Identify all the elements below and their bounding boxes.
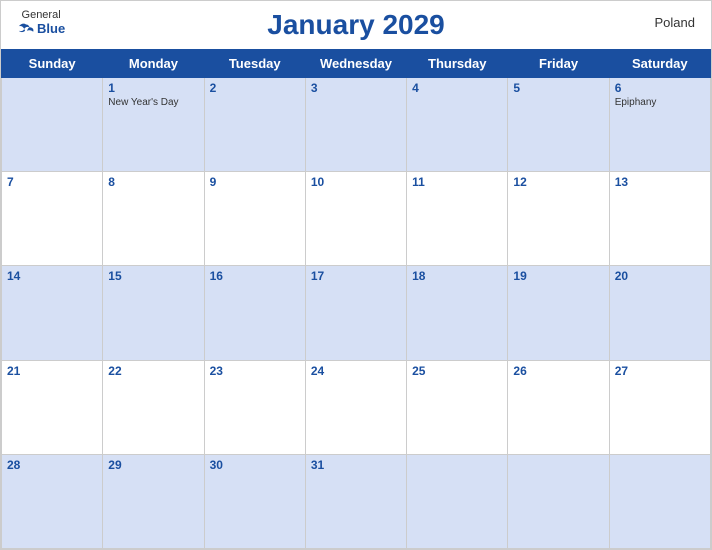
col-sunday: Sunday [2,50,103,78]
calendar-cell: 12 [508,172,609,266]
calendar-cell: 20 [609,266,710,360]
calendar-cell [508,454,609,548]
calendar-cell: 28 [2,454,103,548]
calendar-cell: 6 Epiphany [609,78,710,172]
calendar-title: January 2029 [267,9,444,41]
col-friday: Friday [508,50,609,78]
day-number: 6 [615,81,705,95]
calendar-cell: 11 [407,172,508,266]
day-number: 18 [412,269,502,283]
col-saturday: Saturday [609,50,710,78]
calendar-cell: 7 [2,172,103,266]
day-number: 10 [311,175,401,189]
calendar-cell: 17 [305,266,406,360]
day-number: 22 [108,364,198,378]
calendar-cell: 31 [305,454,406,548]
day-number: 27 [615,364,705,378]
col-wednesday: Wednesday [305,50,406,78]
day-number: 19 [513,269,603,283]
calendar-cell: 29 [103,454,204,548]
calendar-cell: 4 [407,78,508,172]
day-number: 7 [7,175,97,189]
day-number: 5 [513,81,603,95]
calendar-cell: 10 [305,172,406,266]
day-number: 23 [210,364,300,378]
day-number: 26 [513,364,603,378]
calendar-cell: 9 [204,172,305,266]
day-number: 24 [311,364,401,378]
calendar-cell: 14 [2,266,103,360]
logo-bird-icon [17,22,35,36]
calendar-cell [609,454,710,548]
col-tuesday: Tuesday [204,50,305,78]
calendar-week-row: 14 15 16 17 18 19 20 [2,266,711,360]
day-number: 9 [210,175,300,189]
day-number: 30 [210,458,300,472]
calendar-cell: 24 [305,360,406,454]
calendar-cell: 15 [103,266,204,360]
day-number: 25 [412,364,502,378]
calendar-week-row: 789 10 11 12 13 [2,172,711,266]
calendar-cell: 3 [305,78,406,172]
col-thursday: Thursday [407,50,508,78]
holiday-label: Epiphany [615,97,705,109]
day-number: 12 [513,175,603,189]
day-number: 2 [210,81,300,95]
day-number: 15 [108,269,198,283]
calendar-cell [407,454,508,548]
calendar-week-row: 1 New Year's Day 23456 Epiphany [2,78,711,172]
logo-general-text: General [22,9,61,21]
calendar-cell: 26 [508,360,609,454]
calendar-cell: 13 [609,172,710,266]
day-number: 28 [7,458,97,472]
day-number: 31 [311,458,401,472]
day-number: 4 [412,81,502,95]
day-number: 29 [108,458,198,472]
calendar-cell: 1 New Year's Day [103,78,204,172]
calendar-table: Sunday Monday Tuesday Wednesday Thursday… [1,49,711,549]
day-number: 8 [108,175,198,189]
day-number: 13 [615,175,705,189]
day-number: 11 [412,175,502,189]
calendar-cell: 30 [204,454,305,548]
holiday-label: New Year's Day [108,97,198,109]
calendar-cell: 2 [204,78,305,172]
logo-blue-text: Blue [17,21,65,36]
calendar-cell: 27 [609,360,710,454]
calendar-cell: 18 [407,266,508,360]
logo-area: General Blue [17,9,65,36]
calendar-cell: 25 [407,360,508,454]
day-number: 3 [311,81,401,95]
country-label: Poland [655,15,695,30]
col-monday: Monday [103,50,204,78]
calendar-week-row: 28 29 30 31 [2,454,711,548]
calendar-cell [2,78,103,172]
day-number: 17 [311,269,401,283]
calendar-cell: 21 [2,360,103,454]
calendar-cell: 22 [103,360,204,454]
calendar-cell: 8 [103,172,204,266]
calendar-cell: 23 [204,360,305,454]
calendar-header: General Blue January 2029 Poland [1,1,711,49]
calendar-cell: 16 [204,266,305,360]
day-number: 1 [108,81,198,95]
day-number: 16 [210,269,300,283]
calendar-cell: 19 [508,266,609,360]
day-number: 21 [7,364,97,378]
calendar-cell: 5 [508,78,609,172]
day-number: 14 [7,269,97,283]
calendar-container: General Blue January 2029 Poland Sunday … [0,0,712,550]
days-header-row: Sunday Monday Tuesday Wednesday Thursday… [2,50,711,78]
day-number: 20 [615,269,705,283]
calendar-week-row: 21 22 23 24 25 26 27 [2,360,711,454]
